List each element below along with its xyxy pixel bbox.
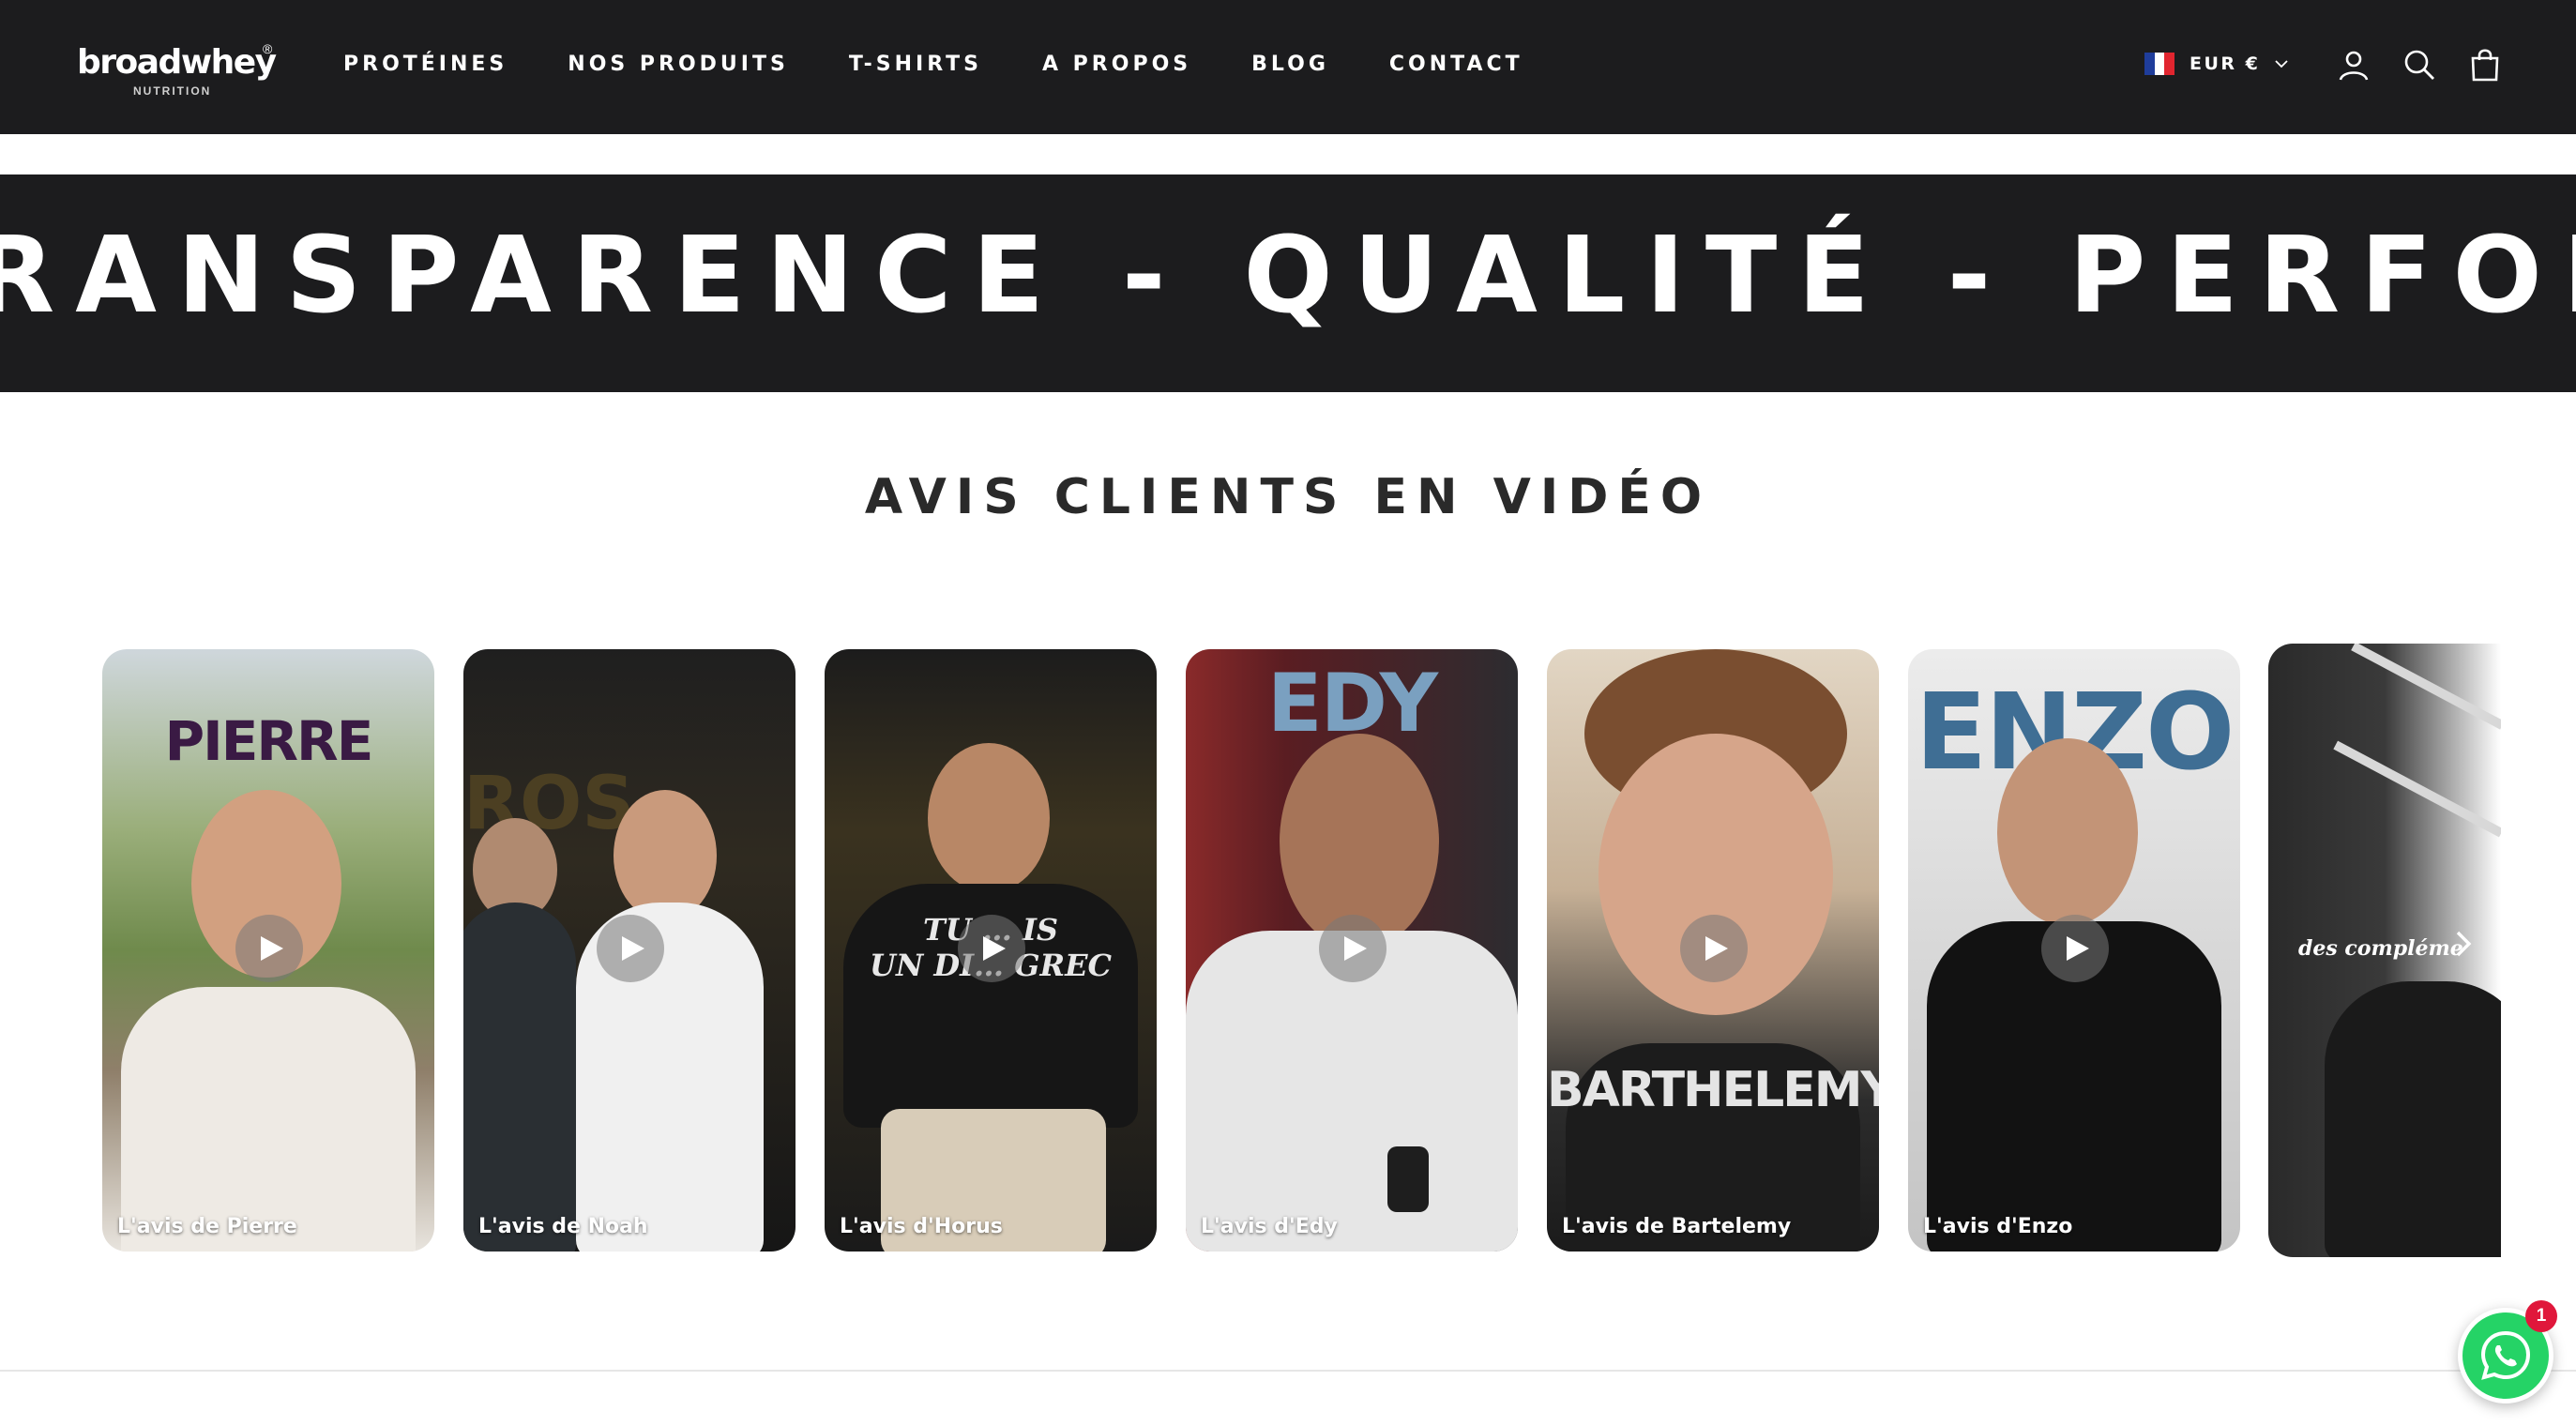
video-caption: L'avis d'Horus	[840, 1215, 1003, 1238]
cart-icon[interactable]	[2467, 47, 2503, 83]
video-overlay-title: des compléme	[2298, 936, 2463, 961]
play-icon[interactable]	[1319, 915, 1386, 982]
video-caption: L'avis de Pierre	[117, 1215, 297, 1238]
video-card-bartelemy[interactable]: BARTHELEMY L'avis de Bartelemy	[1547, 649, 1879, 1252]
logo-wordmark: broadwhey	[77, 43, 277, 82]
nav-item-t-shirts[interactable]: T-SHIRTS	[849, 53, 982, 76]
currency-selector[interactable]: EUR €	[2144, 53, 2290, 75]
france-flag-icon	[2144, 53, 2175, 75]
section-divider	[0, 1370, 2576, 1372]
nav-item-nos-produits[interactable]: NOS PRODUITS	[568, 53, 789, 76]
section-title: AVIS CLIENTS EN VIDÉO	[864, 469, 1712, 525]
values-marquee: RANSPARENCE - QUALITÉ - PERFORMANCE	[0, 174, 2576, 392]
play-icon[interactable]	[2041, 915, 2109, 982]
video-overlay-title: BARTHELEMY	[1547, 1062, 1879, 1118]
video-card-noah[interactable]: ROS L'avis de Noah	[463, 649, 796, 1252]
nav-item-contact[interactable]: CONTACT	[1389, 53, 1523, 76]
marquee-text: RANSPARENCE - QUALITÉ - PERFORMANCE	[0, 215, 2576, 337]
notification-badge: 1	[2525, 1300, 2557, 1332]
play-icon[interactable]	[1680, 915, 1748, 982]
video-caption: L'avis de Noah	[478, 1215, 648, 1238]
video-card-horus[interactable]: TU … IS UN DI… GREC L'avis d'Horus	[825, 649, 1157, 1252]
play-icon[interactable]	[235, 915, 303, 982]
video-caption: L'avis de Bartelemy	[1562, 1215, 1792, 1238]
video-caption: L'avis d'Enzo	[1923, 1215, 2073, 1238]
video-card-pierre[interactable]: PIERRE L'avis de Pierre	[102, 649, 434, 1252]
brand-logo[interactable]: broadwhey ® NUTRITION	[77, 39, 283, 99]
logo-subtitle: NUTRITION	[133, 84, 212, 98]
main-nav: PROTÉINES NOS PRODUITS T-SHIRTS A PROPOS…	[343, 53, 1583, 76]
account-icon[interactable]	[2336, 47, 2371, 83]
play-icon[interactable]	[958, 915, 1025, 982]
video-card-edy[interactable]: EDY L'avis d'Edy	[1186, 649, 1518, 1252]
search-icon[interactable]	[2402, 47, 2437, 83]
chevron-down-icon	[2275, 60, 2289, 68]
carousel-next-button[interactable]	[2443, 923, 2484, 964]
video-card-enzo[interactable]: ENZO L'avis d'Enzo	[1908, 649, 2240, 1252]
header-spacer	[0, 134, 2576, 174]
currency-label: EUR €	[2190, 53, 2261, 74]
nav-item-blog[interactable]: BLOG	[1251, 53, 1329, 76]
microphone-icon	[1387, 1146, 1429, 1212]
play-icon[interactable]	[597, 915, 664, 982]
video-caption: L'avis d'Edy	[1201, 1215, 1338, 1238]
whatsapp-icon	[2480, 1330, 2531, 1380]
video-overlay-title: PIERRE	[164, 709, 374, 773]
logo-registered-mark: ®	[263, 41, 273, 56]
nav-item-proteines[interactable]: PROTÉINES	[343, 53, 508, 76]
nav-item-a-propos[interactable]: A PROPOS	[1042, 53, 1191, 76]
site-header: broadwhey ® NUTRITION PROTÉINES NOS PROD…	[0, 0, 2576, 134]
